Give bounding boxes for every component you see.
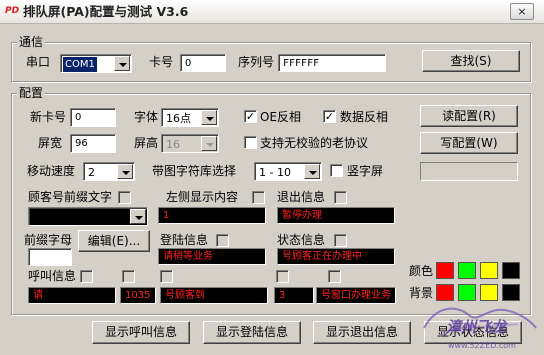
charlib-select[interactable]: 1 - 10 bbox=[254, 162, 322, 181]
chevron-down-icon[interactable] bbox=[114, 56, 130, 71]
status-info-label: 状态信息 bbox=[277, 233, 326, 247]
login-info-checkbox[interactable] bbox=[216, 234, 229, 247]
new-card-field[interactable]: 0 bbox=[70, 108, 116, 127]
prefix-letter-label: 前缀字母 bbox=[24, 233, 73, 247]
prefix-letter-field[interactable] bbox=[28, 248, 72, 266]
call-field-4-checkbox[interactable] bbox=[276, 270, 289, 283]
show-login-button[interactable]: 显示登陆信息 bbox=[203, 321, 301, 344]
text-color-swatch[interactable] bbox=[436, 262, 454, 279]
status-info-field[interactable]: 号顾客正在办理中 bbox=[277, 248, 395, 265]
charlib-select-value: 1 - 10 bbox=[259, 166, 291, 179]
chevron-down-icon[interactable] bbox=[304, 164, 320, 179]
screen-width-label: 屏宽 bbox=[38, 136, 63, 150]
find-button[interactable]: 查找(S) bbox=[422, 50, 520, 72]
port-select[interactable]: COM1 bbox=[60, 54, 132, 73]
prefix-text-label: 顾客号前缀文字 bbox=[28, 190, 113, 204]
screen-height-select: 16 bbox=[161, 134, 219, 153]
text-color-swatch[interactable] bbox=[480, 262, 498, 279]
show-exit-button[interactable]: 显示退出信息 bbox=[313, 321, 411, 344]
left-content-field[interactable]: 1 bbox=[158, 207, 266, 224]
call-field-3[interactable]: 号顾客到 bbox=[160, 287, 268, 304]
screen-height-label: 屏高 bbox=[134, 136, 159, 150]
call-info-label: 呼叫信息 bbox=[28, 269, 77, 283]
left-content-label: 左侧显示内容 bbox=[166, 190, 239, 204]
text-color-label: 颜色 bbox=[409, 264, 434, 278]
font-select[interactable]: 16点 bbox=[161, 108, 219, 127]
port-select-value: COM1 bbox=[63, 57, 97, 72]
prefix-text-select[interactable] bbox=[28, 207, 148, 226]
status-info-checkbox[interactable] bbox=[334, 234, 347, 247]
read-config-button[interactable]: 读配置(R) bbox=[420, 105, 518, 127]
call-field-4[interactable]: 3 bbox=[274, 287, 314, 304]
config-legend: 配置 bbox=[17, 86, 46, 100]
screen-height-value: 16 bbox=[166, 138, 180, 151]
comm-legend: 通信 bbox=[17, 35, 46, 49]
close-button[interactable]: × bbox=[510, 3, 534, 20]
chevron-down-icon[interactable] bbox=[130, 209, 146, 224]
text-color-swatch[interactable] bbox=[458, 262, 476, 279]
font-label: 字体 bbox=[134, 110, 159, 124]
exit-info-field[interactable]: 暂停办理 bbox=[277, 207, 395, 224]
exit-info-label: 退出信息 bbox=[277, 190, 326, 204]
show-call-button[interactable]: 显示呼叫信息 bbox=[92, 321, 190, 344]
vertical-screen-label: 竖字屏 bbox=[347, 164, 384, 178]
call-info-checkbox[interactable] bbox=[80, 270, 93, 283]
watermark-url: www.52ZED.com bbox=[448, 341, 516, 350]
legacy-protocol-label: 支持无校验的老协议 bbox=[260, 136, 369, 150]
screen-width-field[interactable]: 96 bbox=[70, 134, 116, 153]
left-content-checkbox[interactable] bbox=[252, 191, 265, 204]
speed-label: 移动速度 bbox=[27, 164, 76, 178]
call-field-1[interactable]: 请 bbox=[28, 287, 116, 304]
exit-info-checkbox[interactable] bbox=[334, 191, 347, 204]
status-display bbox=[420, 162, 518, 181]
data-invert-label: 数据反相 bbox=[340, 110, 389, 124]
legacy-protocol-checkbox[interactable] bbox=[244, 136, 257, 149]
chevron-down-icon bbox=[201, 136, 217, 151]
login-info-field[interactable]: 请稍等业务 bbox=[158, 248, 266, 265]
port-label: 串口 bbox=[26, 55, 51, 69]
data-invert-checkbox[interactable]: ✓ bbox=[323, 110, 336, 123]
close-icon: × bbox=[517, 5, 527, 18]
chevron-down-icon[interactable] bbox=[201, 110, 217, 125]
app-icon: PD bbox=[5, 6, 20, 16]
speed-select-value: 2 bbox=[88, 166, 95, 179]
login-info-label: 登陆信息 bbox=[160, 233, 209, 247]
prefix-text-checkbox[interactable] bbox=[118, 191, 131, 204]
title-bar: PD 排队屏(PA)配置与测试 V3.6 × bbox=[0, 0, 544, 24]
vertical-screen-checkbox[interactable] bbox=[330, 164, 343, 177]
watermark-logo: 漳州飞龙 www.52ZED.com bbox=[423, 307, 537, 350]
font-select-value: 16点 bbox=[166, 112, 191, 125]
call-field-3-checkbox[interactable] bbox=[160, 270, 173, 283]
text-color-swatch[interactable] bbox=[502, 262, 520, 279]
card-field[interactable]: 0 bbox=[180, 54, 226, 72]
serial-field[interactable]: FFFFFF bbox=[278, 54, 386, 72]
serial-label: 序列号 bbox=[238, 55, 275, 69]
watermark-text: 漳州飞龙 bbox=[446, 318, 508, 336]
new-card-label: 新卡号 bbox=[30, 110, 67, 124]
window-title: 排队屏(PA)配置与测试 V3.6 bbox=[23, 4, 189, 19]
oe-invert-label: OE反相 bbox=[260, 110, 302, 124]
chevron-down-icon[interactable] bbox=[117, 164, 133, 179]
charlib-label: 带图字符库选择 bbox=[152, 164, 237, 178]
call-field-2-checkbox[interactable] bbox=[122, 270, 135, 283]
call-field-5[interactable]: 号窗口办理业务 bbox=[316, 287, 396, 304]
call-field-2[interactable]: 1035 bbox=[120, 287, 156, 304]
speed-select[interactable]: 2 bbox=[83, 162, 135, 181]
call-field-5-checkbox[interactable] bbox=[328, 270, 341, 283]
write-config-button[interactable]: 写配置(W) bbox=[420, 132, 518, 154]
oe-invert-checkbox[interactable]: ✓ bbox=[244, 110, 257, 123]
edit-button[interactable]: 编辑(E)... bbox=[78, 230, 150, 252]
card-label: 卡号 bbox=[149, 55, 174, 69]
